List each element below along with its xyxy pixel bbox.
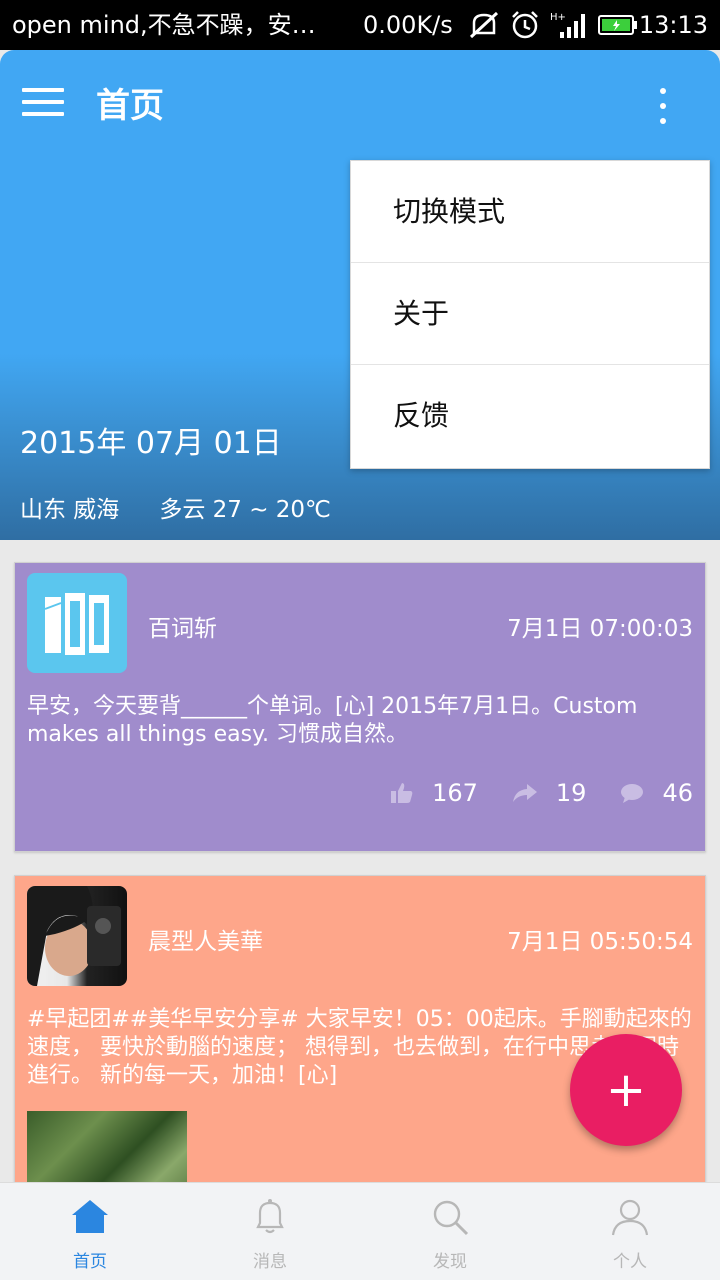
avatar[interactable] [27,573,127,673]
repost-button[interactable]: 19 [512,779,587,807]
baicizhan-logo-icon [44,593,109,655]
nav-item-messages[interactable]: 消息 [180,1183,360,1280]
svg-text:H+: H+ [550,12,566,23]
header-date: 2015年 07月 01日 [20,426,282,461]
post-username[interactable]: 晨型人美華 [148,922,263,956]
signal-icon: H+ [550,12,585,38]
menu-item-about[interactable]: 关于 [351,263,709,365]
like-count: 167 [432,779,478,807]
post-time: 7月1日 07:00:03 [507,616,693,642]
compose-fab-button[interactable]: + [570,1034,682,1146]
alarm-icon [512,11,538,39]
search-icon [433,1200,469,1236]
nav-label-profile: 个人 [613,1252,647,1272]
share-icon [512,784,537,802]
nav-label-home: 首页 [73,1252,107,1272]
post-text: 早安，今天要背______个单词。[心] 2015年7月1日。Custom ma… [27,694,638,747]
menu-icon[interactable] [22,88,64,118]
comment-count: 46 [662,779,693,807]
user-photo-icon [27,886,121,986]
battery-icon [598,15,637,35]
plus-icon: + [605,1062,647,1118]
page-title: 首页 [96,86,164,126]
overflow-menu: 切换模式 关于 反馈 [350,160,710,469]
post-time: 7月1日 05:50:54 [507,929,693,955]
location: 山东 威海 [20,497,120,523]
more-options-icon[interactable] [656,88,670,124]
nav-label-messages: 消息 [253,1252,287,1272]
menu-item-feedback[interactable]: 反馈 [351,365,709,467]
like-button[interactable]: 167 [390,779,478,807]
weather: 多云 27 ~ 20℃ [159,497,331,523]
bottom-navigation: 首页 消息 发现 个人 [0,1182,720,1280]
repost-count: 19 [555,779,587,807]
network-speed: 0.00K/s [363,11,453,39]
post-username[interactable]: 百词斩 [148,609,217,643]
nav-label-discover: 发现 [433,1252,467,1272]
bell-icon [256,1199,284,1234]
clock: 13:13 [638,11,708,39]
status-icons: H+ [468,0,638,50]
home-icon [72,1200,108,1233]
thumbs-up-icon [391,783,413,803]
feed-card[interactable]: 百词斩 7月1日 07:00:03 早安，今天要背______个单词。[心] 2… [14,562,706,852]
menu-item-switch-mode[interactable]: 切换模式 [351,161,709,263]
nav-item-discover[interactable]: 发现 [360,1183,540,1280]
avatar[interactable] [27,886,127,986]
nav-item-home[interactable]: 首页 [0,1183,180,1280]
comment-icon [621,784,644,803]
nav-item-profile[interactable]: 个人 [540,1183,720,1280]
comment-button[interactable]: 46 [620,779,693,807]
header-weather-row: 山东 威海 多云 27 ~ 20℃ [20,490,331,524]
notification-text: open mind,不急不躁，安… [12,11,316,39]
post-stats: 167 19 46 [356,779,693,807]
mute-icon [469,11,499,39]
person-icon [611,1199,649,1236]
status-bar: open mind,不急不躁，安… 0.00K/s H+ 13:13 [0,0,720,50]
